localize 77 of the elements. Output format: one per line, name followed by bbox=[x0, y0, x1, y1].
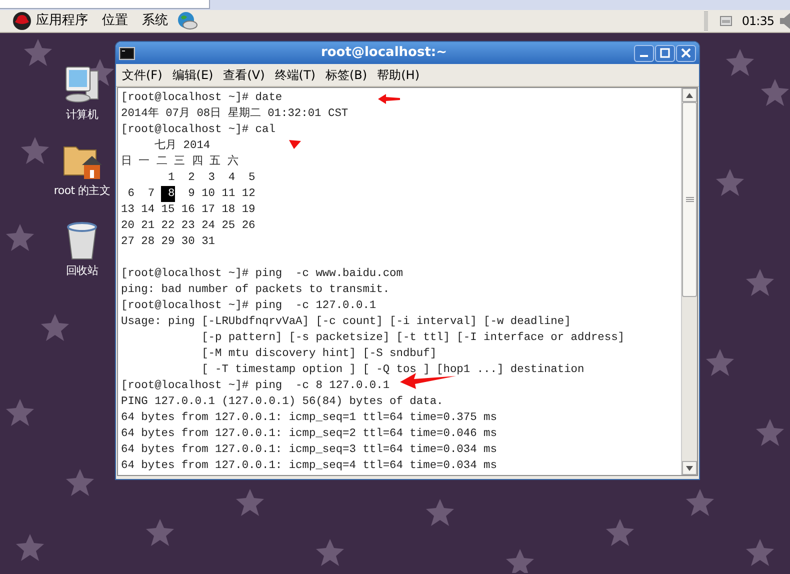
star-icon bbox=[761, 79, 789, 106]
star-icon bbox=[16, 534, 44, 561]
star-icon bbox=[716, 169, 744, 196]
star-icon bbox=[146, 519, 174, 546]
star-icon bbox=[756, 419, 784, 446]
panel-clock[interactable]: 01:35 bbox=[742, 12, 774, 30]
maximize-button[interactable] bbox=[655, 44, 675, 62]
panel-menu[interactable]: 系统 bbox=[142, 11, 168, 31]
terminal-line: [ -T timestamp option ] [ -Q tos ] [hop1 ...] destination bbox=[200, 362, 584, 378]
terminal-line: 1 2 3 4 5 bbox=[166, 171, 256, 186]
hat-logo-icon[interactable] bbox=[12, 12, 32, 30]
terminal-text: 9 10 11 12 bbox=[187, 187, 256, 202]
star-icon bbox=[746, 539, 774, 566]
speaker-icon[interactable] bbox=[780, 13, 790, 29]
star-icon bbox=[21, 137, 49, 164]
menu-item[interactable]: 编辑(E) bbox=[172, 66, 214, 84]
menu-item[interactable]: 标签(B) bbox=[326, 66, 368, 84]
terminal-line: [root@localhost ~]# ping -c 127.0.0.1 bbox=[121, 298, 376, 314]
window-title: root@localhost:~ bbox=[320, 44, 448, 62]
tray-icon[interactable] bbox=[720, 16, 732, 26]
terminal-line: 64 bytes from 127.0.0.1: icmp_seq=3 ttl=64 time=0.034 ms bbox=[121, 442, 497, 458]
terminal-line: [-M mtu discovery hint] [-S sndbuf] bbox=[200, 346, 437, 362]
terminal-line: [root@localhost ~]# cal bbox=[121, 122, 276, 138]
menu-item[interactable]: 查看(V) bbox=[223, 66, 265, 84]
star-icon bbox=[24, 39, 52, 66]
star-icon bbox=[506, 549, 534, 573]
trash-icon[interactable] bbox=[66, 221, 98, 261]
terminal-line: Usage: ping [-LRUbdfnqrvVaA] [-c count] [-i interval] [-w deadline] bbox=[121, 314, 571, 330]
annotation-arrow bbox=[400, 373, 456, 389]
annotation-arrow bbox=[378, 94, 400, 104]
star-icon bbox=[426, 499, 454, 526]
terminal-line: 64 bytes from 127.0.0.1: icmp_seq=4 ttl=64 time=0.034 ms bbox=[121, 458, 497, 474]
menu-item[interactable]: 帮助(H) bbox=[377, 66, 420, 84]
terminal-line: PING 127.0.0.1 (127.0.0.1) 56(84) bytes of data. bbox=[121, 394, 444, 410]
terminal-line: 日 一 二 三 四 五 六 bbox=[121, 154, 238, 170]
star-icon bbox=[6, 399, 34, 426]
star-icon bbox=[316, 539, 344, 566]
annotation-arrow bbox=[289, 140, 301, 149]
terminal-line: 13 14 15 16 17 18 19 bbox=[121, 203, 256, 218]
terminal-line: 64 bytes from 127.0.0.1: icmp_seq=1 ttl=64 time=0.375 ms bbox=[121, 410, 497, 426]
minimize-button[interactable] bbox=[634, 44, 654, 62]
terminal-line: [-p pattern] [-s packetsize] [-t ttl] [-I interface or address] bbox=[200, 330, 625, 346]
star-icon bbox=[236, 489, 264, 516]
panel-menu[interactable]: 应用程序 bbox=[36, 11, 88, 31]
terminal-line: 27 28 29 30 31 bbox=[121, 235, 215, 250]
star-icon bbox=[746, 269, 774, 296]
close-button[interactable] bbox=[676, 44, 696, 62]
terminal-text: 6 7 bbox=[126, 187, 156, 202]
terminal-line: 20 21 22 23 24 25 26 bbox=[121, 219, 256, 234]
terminal-line: [root@localhost ~]# ping -c 8 127.0.0.1 bbox=[121, 378, 390, 394]
terminal-line: [root@localhost ~]# date bbox=[121, 90, 282, 106]
scroll-thumb[interactable] bbox=[682, 102, 697, 297]
globe-icon[interactable] bbox=[176, 11, 198, 31]
scrollbar[interactable] bbox=[681, 88, 697, 475]
desktop-icon-label[interactable]: 回收站 bbox=[66, 263, 98, 280]
close-icon bbox=[681, 48, 691, 58]
star-icon bbox=[706, 349, 734, 376]
star-icon bbox=[41, 314, 69, 341]
menu-item[interactable]: 文件(F) bbox=[122, 66, 162, 84]
terminal-icon[interactable] bbox=[119, 46, 135, 60]
terminal-line: [root@localhost ~]# ping -c www.baidu.com bbox=[121, 266, 403, 282]
highlighted-date: 8 bbox=[161, 186, 175, 202]
star-icon bbox=[6, 224, 34, 251]
terminal-line: 64 bytes from 127.0.0.1: icmp_seq=2 ttl=64 time=0.046 ms bbox=[121, 426, 497, 442]
star-icon bbox=[66, 469, 94, 496]
star-icon bbox=[686, 489, 714, 516]
terminal-line: ping: bad number of packets to transmit. bbox=[121, 282, 390, 298]
terminal-line: 2014年 07月 08日 星期二 01:32:01 CST bbox=[121, 106, 348, 122]
panel-menu[interactable]: 位置 bbox=[102, 11, 128, 31]
menu-item[interactable]: 终端(T) bbox=[274, 66, 316, 84]
minimize-icon bbox=[640, 55, 648, 57]
desktop-icon-label[interactable]: 计算机 bbox=[66, 107, 98, 124]
star-icon bbox=[726, 49, 754, 76]
maximize-icon bbox=[660, 48, 670, 58]
terminal-line: 七月 2014 bbox=[154, 138, 210, 154]
star-icon bbox=[606, 519, 634, 546]
desktop-icon-label[interactable]: root 的主文 bbox=[54, 183, 110, 200]
